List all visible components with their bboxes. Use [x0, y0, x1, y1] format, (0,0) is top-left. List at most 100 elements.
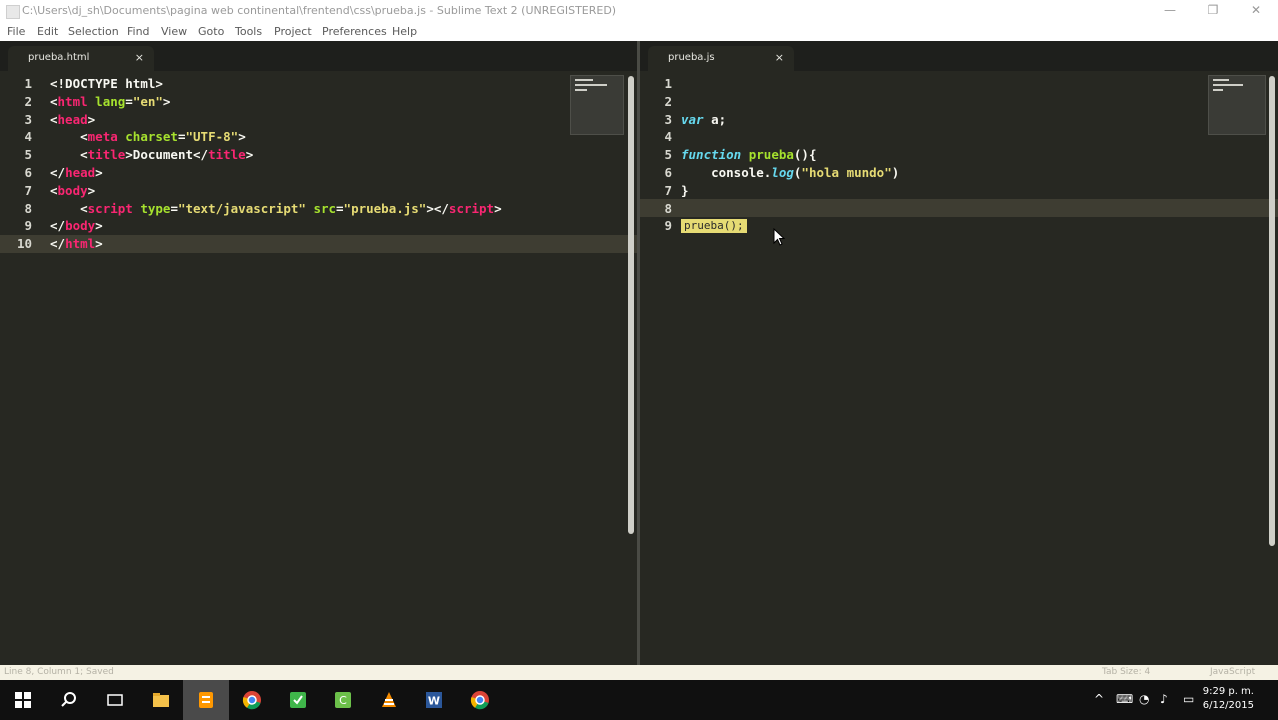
sublime-app-icon	[6, 5, 20, 19]
code-token: lang	[95, 93, 126, 109]
code-line[interactable]: <body>	[50, 182, 502, 200]
code-token: >	[155, 76, 163, 91]
word-button[interactable]: W	[411, 680, 457, 720]
search-button[interactable]	[46, 680, 92, 720]
file-explorer-button[interactable]	[138, 680, 184, 720]
menu-edit[interactable]: Edit	[37, 25, 58, 38]
menu-bar: File Edit Selection Find View Goto Tools…	[0, 22, 1278, 41]
code-token: <	[50, 76, 58, 91]
menu-view[interactable]: View	[161, 25, 187, 38]
code-line[interactable]	[681, 93, 899, 111]
code-token: script	[448, 200, 495, 216]
code-token: >	[95, 218, 103, 234]
code-token: prueba	[748, 147, 794, 163]
code-line[interactable]: </body>	[50, 217, 502, 235]
show-hidden-icons-icon[interactable]: ^	[1094, 692, 1104, 706]
code-token: >	[162, 93, 171, 109]
wifi-icon[interactable]: ◔	[1139, 692, 1149, 706]
system-clock[interactable]: 9:29 p. m. 6/12/2015	[1203, 685, 1254, 713]
autocomplete-suggestion[interactable]: prueba();	[681, 219, 747, 233]
code-token: log	[771, 164, 794, 180]
code-line[interactable]	[681, 200, 899, 218]
close-button[interactable]: ✕	[1236, 0, 1276, 22]
menu-selection[interactable]: Selection	[68, 25, 119, 38]
chrome-button-2[interactable]	[457, 680, 503, 720]
code-line[interactable]: function prueba(){	[681, 146, 899, 164]
code-token: </	[50, 218, 66, 234]
code-line[interactable]: <!DOCTYPE html>	[50, 75, 502, 93]
code-line[interactable]: <meta charset="UTF-8">	[50, 128, 502, 146]
keyboard-icon[interactable]: ⌨	[1116, 692, 1133, 706]
code-token: a;	[703, 111, 727, 127]
menu-help[interactable]: Help	[392, 25, 417, 38]
camtasia-button[interactable]	[275, 680, 321, 720]
code-line[interactable]: <head>	[50, 111, 502, 129]
menu-file[interactable]: File	[7, 25, 25, 38]
code-line[interactable]: }	[681, 182, 899, 200]
code-token: script	[87, 200, 133, 216]
code-token: html	[65, 236, 96, 252]
code-line[interactable]: </head>	[50, 164, 502, 182]
vertical-scrollbar[interactable]	[628, 76, 634, 534]
clock-date: 6/12/2015	[1202, 700, 1254, 711]
tab-close-icon[interactable]: ×	[775, 51, 784, 64]
line-number: 3	[24, 111, 32, 127]
code-line[interactable]	[681, 128, 899, 146]
code-token: (){	[793, 147, 817, 163]
code-token: }	[681, 182, 689, 198]
camtasia-recorder-button[interactable]: C	[320, 680, 366, 720]
code-line[interactable]	[681, 75, 899, 93]
tab-prueba-js[interactable]: prueba.js ×	[648, 46, 794, 71]
code-line[interactable]: <title>Document</title>	[50, 146, 502, 164]
line-number: 9	[24, 218, 32, 234]
code-token: "prueba.js"	[343, 200, 427, 216]
action-center-icon[interactable]: ▭	[1183, 692, 1194, 706]
menu-tools[interactable]: Tools	[235, 25, 262, 38]
code-token: )	[891, 164, 900, 180]
code-token: "text/javascript"	[177, 200, 306, 216]
code-token: function	[681, 147, 742, 163]
code-area[interactable]: var a; function prueba(){ console.log("ho…	[681, 75, 899, 235]
line-number: 5	[664, 147, 672, 163]
volume-icon[interactable]: ♪	[1160, 692, 1168, 706]
line-number: 4	[664, 129, 672, 145]
vlc-button[interactable]	[366, 680, 412, 720]
code-line[interactable]: <script type="text/javascript" src="prue…	[50, 200, 502, 218]
tab-label: prueba.js	[668, 52, 715, 63]
minimap[interactable]	[570, 75, 624, 135]
menu-find[interactable]: Find	[127, 25, 150, 38]
menu-project[interactable]: Project	[274, 25, 312, 38]
status-syntax[interactable]: JavaScript	[1210, 667, 1255, 677]
word-icon: W	[426, 692, 442, 708]
code-token: =	[336, 200, 344, 216]
menu-preferences[interactable]: Preferences	[322, 25, 387, 38]
code-area[interactable]: <!DOCTYPE html> <html lang="en"> <head> <m…	[50, 75, 502, 253]
code-token: title	[87, 147, 126, 163]
code-line[interactable]: console.log("hola mundo")	[681, 164, 899, 182]
start-button[interactable]	[0, 680, 46, 720]
code-token: charset	[125, 129, 178, 145]
task-view-button[interactable]	[92, 680, 138, 720]
editor-pane-left[interactable]: prueba.html × 1 2 3 4 5 6 7 8 9 10 <!DOCTYPE html…	[0, 41, 637, 665]
sublime-text-button[interactable]	[183, 680, 229, 720]
minimize-button[interactable]: —	[1150, 0, 1190, 22]
tab-close-icon[interactable]: ×	[135, 51, 144, 64]
editor-pane-right[interactable]: prueba.js × 1 2 3 4 56 7 8 9 var a; function pru…	[640, 41, 1278, 665]
status-tab-size[interactable]: Tab Size: 4	[1102, 667, 1150, 677]
code-token: type	[140, 200, 171, 216]
line-number: 2	[664, 93, 672, 109]
chrome-button[interactable]	[229, 680, 275, 720]
menu-goto[interactable]: Goto	[198, 25, 224, 38]
maximize-button[interactable]: ❐	[1193, 0, 1233, 22]
code-line[interactable]: <html lang="en">	[50, 93, 502, 111]
vertical-scrollbar[interactable]	[1269, 76, 1275, 546]
code-line[interactable]: </html>	[50, 235, 502, 253]
line-number-gutter: 1 2 3 4 56 7 8 9	[640, 75, 680, 235]
window-title: C:\Users\dj_sh\Documents\pagina web cont…	[22, 4, 617, 17]
tab-prueba-html[interactable]: prueba.html ×	[8, 46, 154, 71]
code-line[interactable]: var a;	[681, 111, 899, 129]
mouse-cursor-icon	[773, 228, 786, 246]
code-token: html	[57, 93, 88, 109]
minimap[interactable]	[1208, 75, 1266, 135]
